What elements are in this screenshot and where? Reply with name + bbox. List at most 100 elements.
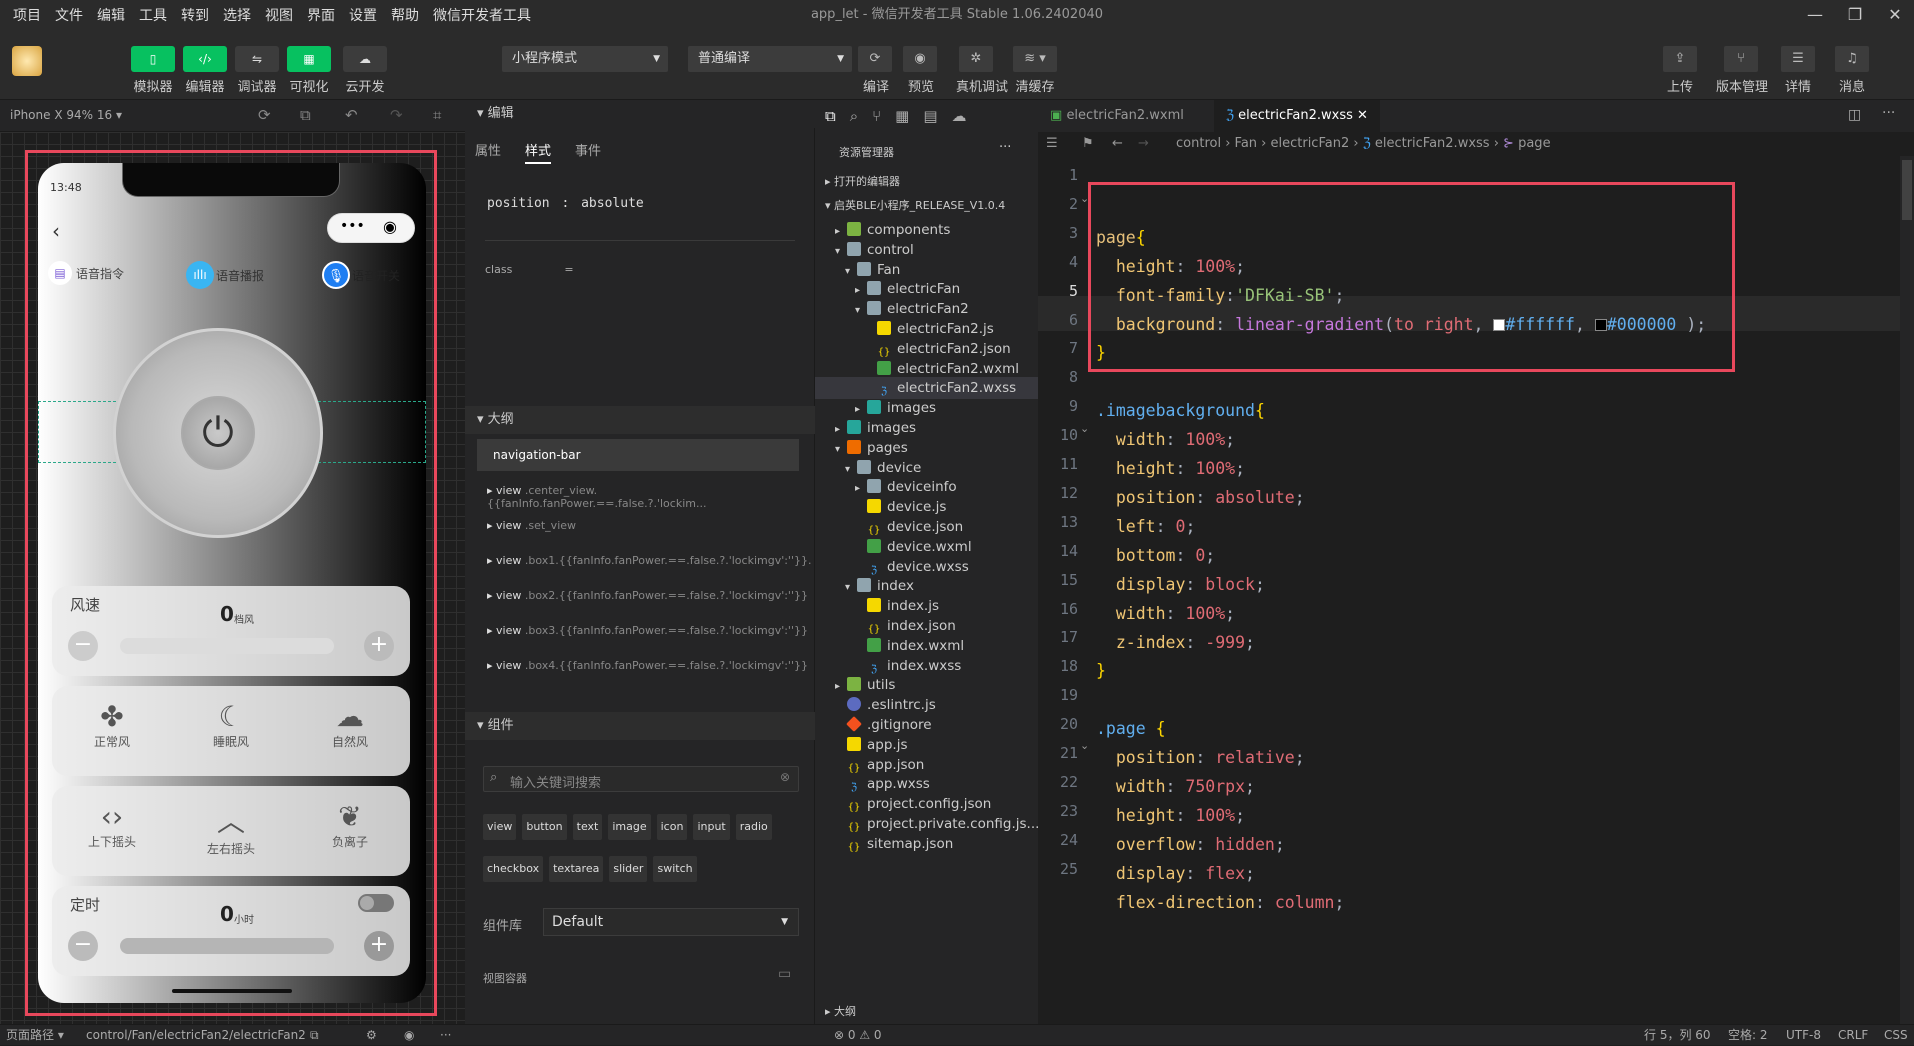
file-tree-item[interactable]: {} sitemap.json (815, 833, 954, 855)
project-root[interactable]: ▾ 启英BLE小程序_RELEASE_V1.0.4 (825, 195, 1005, 217)
menu-item-2[interactable]: 编辑 (90, 5, 132, 25)
component-chip-radio[interactable]: radio (735, 814, 772, 840)
swing-horizontal-button[interactable]: ︿ 左右摇头 (201, 800, 261, 857)
file-tree-item[interactable]: ▾ index (815, 575, 914, 597)
indent-setting[interactable]: 空格: 2 (1728, 1025, 1768, 1046)
outline-item[interactable]: ▸ view .box1.{{fanInfo.fanPower.==.false… (487, 554, 811, 567)
component-chip-image[interactable]: image (608, 814, 651, 840)
file-tree-item[interactable]: {} project.config.json (815, 793, 992, 815)
outline-section-header[interactable]: ▾ 大纲 (465, 406, 815, 434)
back-icon[interactable]: ↶ (345, 106, 358, 124)
file-tree-item[interactable]: ▾ pages (815, 437, 908, 459)
outline-item[interactable]: ▸ view .box4.{{fanInfo.fanPower.==.false… (487, 659, 808, 672)
speed-plus-button[interactable]: + (364, 631, 394, 661)
upload-button[interactable]: ⇪ (1663, 46, 1697, 72)
back-arrow-icon[interactable]: ← (1112, 132, 1123, 156)
editor-toggle[interactable]: ‹/› (183, 46, 227, 72)
menu-item-8[interactable]: 设置 (342, 5, 384, 25)
file-tree-item[interactable]: index.js (815, 595, 939, 617)
file-tree-item[interactable]: ℨdevice.wxss (815, 556, 969, 578)
nav-back-icon[interactable]: ‹ (52, 219, 60, 243)
file-tree-item[interactable]: ℨindex.wxss (815, 655, 961, 677)
details-button[interactable]: ☰ (1781, 46, 1815, 72)
outline-item[interactable]: ▸ view .box3.{{fanInfo.fanPower.==.false… (487, 624, 808, 637)
file-tree-item[interactable]: {} index.json (815, 615, 956, 637)
component-search-input[interactable]: ⌕ 输入关键词搜索 ⊗ (483, 766, 799, 792)
search-icon[interactable]: ⌕ (850, 107, 858, 125)
file-tree-item[interactable]: device.js (815, 496, 946, 518)
expand-icon[interactable]: ▸ (487, 589, 493, 602)
file-tree-item[interactable]: device.wxml (815, 536, 972, 558)
file-tree-item[interactable]: {} electricFan2.json (815, 338, 1011, 360)
lib-select[interactable]: Default ▼ (543, 908, 799, 936)
messages-button[interactable]: ♫ (1835, 46, 1869, 72)
class-row[interactable]: class = (485, 263, 574, 276)
crumb-fan[interactable]: Fan (1235, 136, 1258, 151)
component-chip-checkbox[interactable]: checkbox (483, 856, 544, 882)
component-chip-view[interactable]: view (483, 814, 517, 840)
visual-toggle[interactable]: ▦ (287, 46, 331, 72)
crumb-page[interactable]: page (1518, 136, 1550, 151)
components-section-header[interactable]: ▾ 组件 (465, 712, 815, 740)
device-select[interactable]: iPhone X 94% 16 ▾ (10, 108, 122, 122)
close-mini-icon[interactable]: ◉ (383, 217, 397, 236)
copy-icon[interactable]: ⧉ (310, 1025, 319, 1046)
voice-broadcast-button[interactable]: ıllı 语音播报 (186, 261, 264, 289)
close-window-button[interactable]: ✕ (1880, 4, 1910, 26)
voice-command-button[interactable]: ▤ 语音指令 (48, 261, 124, 285)
forward-icon[interactable]: ↷ (390, 106, 403, 124)
mode-normal-button[interactable]: ✤ 正常风 (82, 700, 142, 750)
page-path-select[interactable]: 页面路径 ▾ (6, 1025, 64, 1046)
crumb-file[interactable]: electricFan2.wxss (1375, 136, 1490, 151)
extensions-icon[interactable]: ▦ (895, 107, 909, 125)
capsule-menu[interactable]: ••• ◉ (327, 213, 415, 243)
expand-icon[interactable]: ▸ (487, 519, 493, 532)
more-icon[interactable]: ··· (999, 140, 1011, 155)
crumb-control[interactable]: control (1176, 136, 1221, 151)
menu-item-10[interactable]: 微信开发者工具 (426, 5, 538, 25)
tab-events[interactable]: 事件 (575, 140, 601, 159)
file-tree-item[interactable]: ▸ images (815, 397, 936, 419)
panel-icon[interactable]: ▤ (923, 107, 937, 125)
style-position-row[interactable]: position : absolute (487, 196, 644, 211)
language-mode[interactable]: CSS (1884, 1025, 1908, 1046)
timer-plus-button[interactable]: + (364, 931, 394, 961)
voice-switch-button[interactable]: 🎙 语音开关 (322, 261, 400, 289)
file-tree-item[interactable]: ▸ electricFan (815, 278, 960, 300)
fold-icon[interactable]: ⌄ (1080, 422, 1089, 435)
list-icon[interactable]: ☰ (1046, 132, 1058, 156)
component-chip-input[interactable]: input (693, 814, 730, 840)
clear-cache-button[interactable]: ≋ ▾ (1013, 46, 1057, 72)
forward-arrow-icon[interactable]: → (1138, 132, 1149, 156)
expand-icon[interactable]: ▸ (487, 624, 493, 637)
more-icon[interactable]: ··· (1882, 105, 1895, 121)
outline-section[interactable]: ▸ 大纲 (825, 1001, 856, 1023)
compile-select[interactable]: 普通编译 ▼ (688, 46, 852, 72)
outline-item[interactable]: ▸ view .center_view.{{fanInfo.fanPower.=… (487, 484, 814, 510)
files-icon[interactable]: ⧉ (825, 107, 836, 125)
outline-selected-item[interactable]: navigation-bar (477, 439, 799, 471)
preview-button[interactable]: ◉ (903, 46, 937, 72)
encoding[interactable]: UTF-8 (1786, 1025, 1821, 1046)
container-icon[interactable]: ▭ (778, 966, 791, 982)
tab-electricfan2-wxss[interactable]: ℨ electricFan2.wxss ✕ (1214, 100, 1380, 132)
file-tree-item[interactable]: electricFan2.js (815, 318, 994, 340)
power-button[interactable]: ⏻ (181, 396, 255, 470)
edit-section-header[interactable]: ▾ 编辑 (465, 100, 815, 128)
component-chip-icon[interactable]: icon (656, 814, 688, 840)
git-icon[interactable]: ⑂ (872, 107, 881, 125)
menu-item-7[interactable]: 界面 (300, 5, 342, 25)
tab-attributes[interactable]: 属性 (475, 140, 501, 159)
compile-button[interactable]: ⟳ (858, 46, 892, 72)
file-tree-item[interactable]: ▸ utils (815, 674, 895, 696)
more-icon[interactable]: ··· (440, 1025, 451, 1046)
outline-item[interactable]: ▸ view .box2.{{fanInfo.fanPower.==.false… (487, 589, 808, 602)
fold-icon[interactable]: ⌄ (1080, 739, 1089, 752)
file-tree-item[interactable]: ℨapp.wxss (815, 773, 930, 795)
timer-switch[interactable] (358, 894, 394, 912)
timer-minus-button[interactable]: − (68, 931, 98, 961)
menu-item-3[interactable]: 工具 (132, 5, 174, 25)
speed-minus-button[interactable]: − (68, 631, 98, 661)
file-tree-item[interactable]: {} device.json (815, 516, 964, 538)
file-tree-item[interactable]: ▾ device (815, 457, 921, 479)
